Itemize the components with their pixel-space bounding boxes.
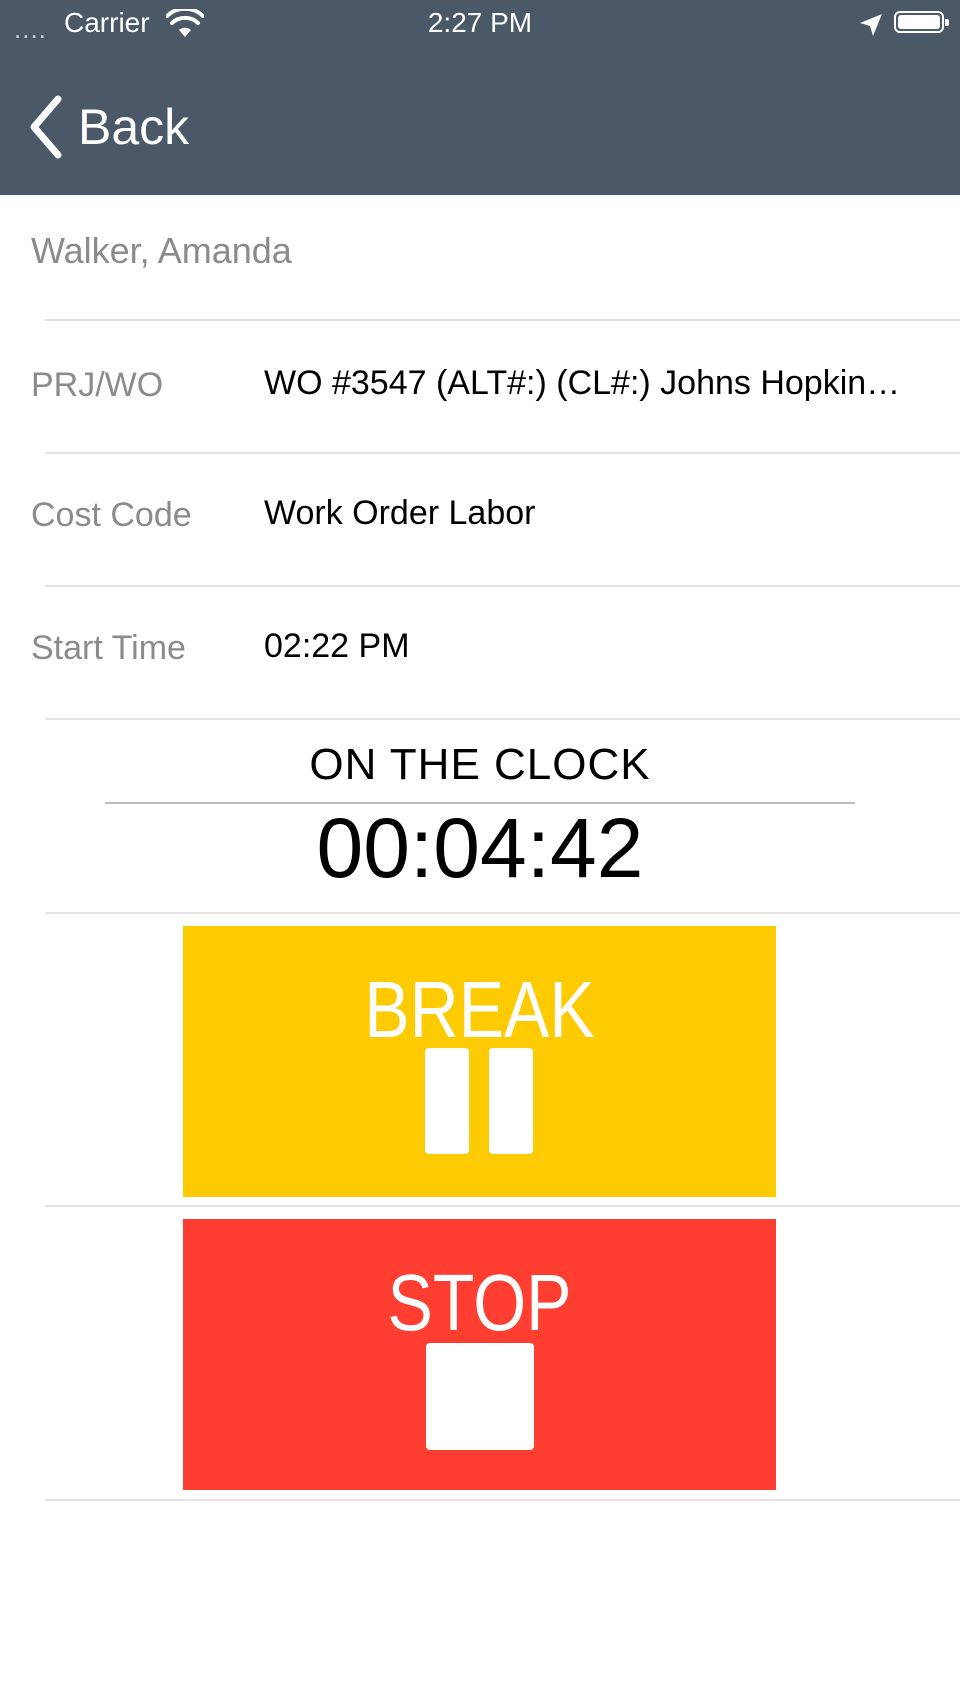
back-button[interactable]: Back xyxy=(26,92,189,162)
navigation-bar: .... Carrier 2:27 PM Back xyxy=(0,0,960,195)
divider xyxy=(45,718,960,720)
location-arrow-icon xyxy=(860,14,882,36)
prj-wo-value: WO #3547 (ALT#:) (CL#:) Johns Hopkin… xyxy=(264,364,901,402)
stop-button[interactable]: STOP xyxy=(183,1219,776,1490)
stop-icon xyxy=(426,1343,534,1450)
divider xyxy=(45,912,960,914)
break-label: BREAK xyxy=(364,965,595,1054)
clock-status: ON THE CLOCK xyxy=(309,740,651,789)
divider xyxy=(45,452,960,454)
status-bar: .... Carrier 2:27 PM xyxy=(0,0,960,48)
battery-icon xyxy=(894,11,949,33)
start-time-label: Start Time xyxy=(31,629,186,667)
employee-name: Walker, Amanda xyxy=(31,230,292,271)
back-label: Back xyxy=(78,99,190,155)
status-time: 2:27 PM xyxy=(427,7,533,38)
divider xyxy=(45,1205,960,1207)
prj-wo-label: PRJ/WO xyxy=(31,366,164,404)
break-button[interactable]: BREAK xyxy=(183,926,776,1197)
elapsed-timer: 00:04:42 xyxy=(316,801,644,895)
divider xyxy=(45,1499,960,1501)
back-chevron-icon xyxy=(30,95,62,159)
pause-icon xyxy=(425,1048,533,1154)
stop-label: STOP xyxy=(387,1258,572,1347)
start-time-value: 02:22 PM xyxy=(264,627,410,665)
divider xyxy=(45,319,960,321)
divider xyxy=(45,585,960,587)
cost-code-label: Cost Code xyxy=(31,496,192,534)
cost-code-value: Work Order Labor xyxy=(264,494,536,532)
